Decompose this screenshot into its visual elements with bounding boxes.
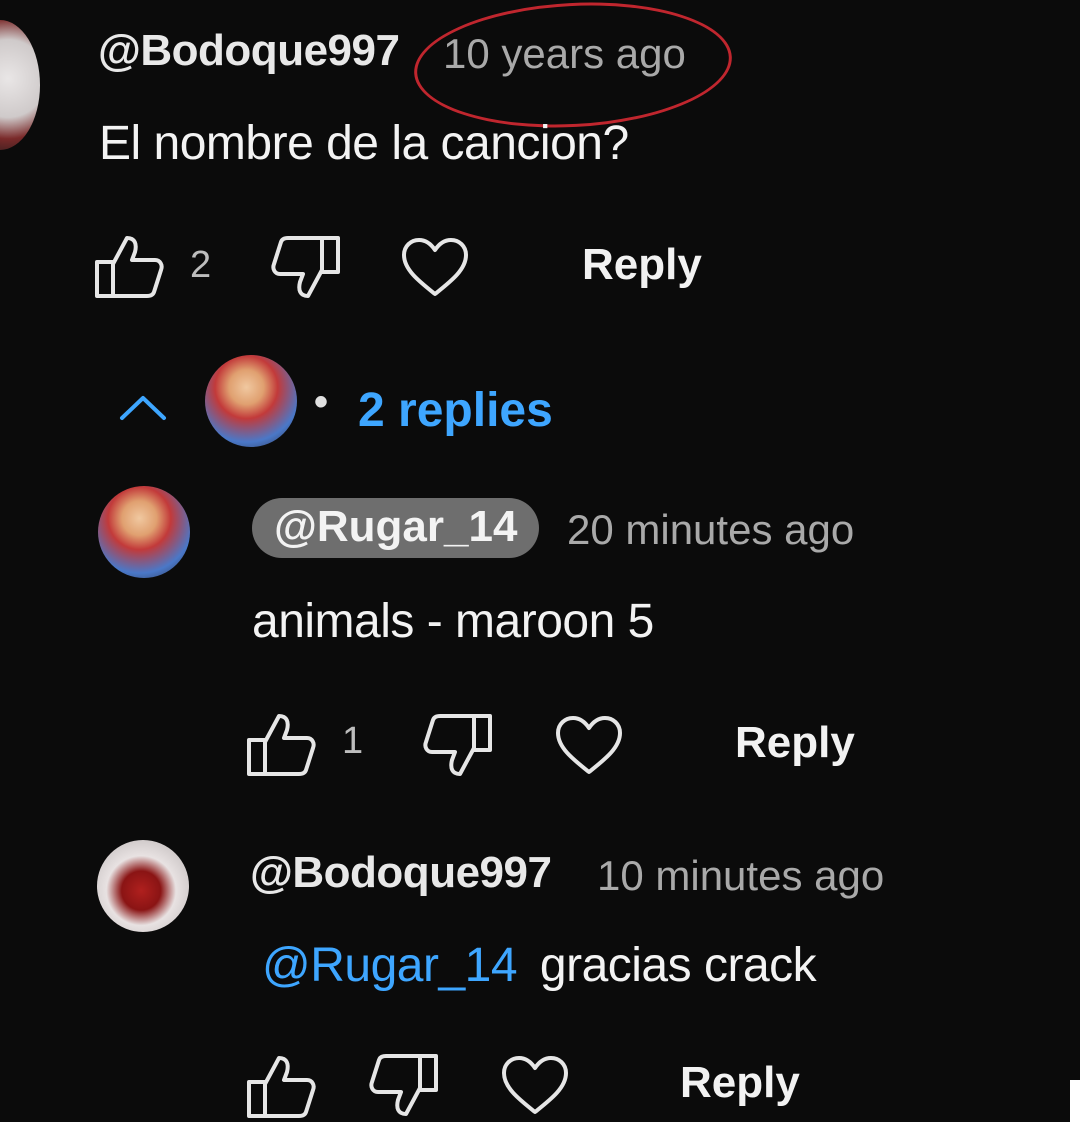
- reply-button[interactable]: Reply: [680, 1058, 800, 1108]
- mention-link[interactable]: @Rugar_14: [262, 939, 518, 992]
- avatar[interactable]: [97, 840, 189, 932]
- thumbs-down-icon[interactable]: [270, 234, 342, 302]
- reply-text: animals - maroon 5: [252, 595, 654, 648]
- reply-author[interactable]: @Bodoque997: [250, 848, 552, 898]
- heart-icon[interactable]: [500, 1054, 570, 1116]
- thumbs-up-icon[interactable]: [245, 710, 317, 778]
- reply-author-chip[interactable]: @Rugar_14: [252, 498, 540, 558]
- thumbs-down-icon[interactable]: [422, 712, 494, 780]
- heart-icon[interactable]: [400, 236, 470, 298]
- avatar[interactable]: [0, 20, 40, 150]
- thumbs-up-icon[interactable]: [93, 232, 165, 300]
- reply-text-line: @Rugar_14 gracias crack: [262, 938, 817, 993]
- reply-button[interactable]: Reply: [582, 240, 702, 290]
- like-count: 1: [342, 720, 364, 762]
- chevron-up-icon[interactable]: [118, 392, 168, 422]
- like-count: 2: [190, 244, 212, 286]
- avatar[interactable]: [205, 355, 297, 447]
- reply-button[interactable]: Reply: [735, 718, 855, 768]
- comment-author[interactable]: @Bodoque997: [98, 26, 400, 76]
- reply-timestamp[interactable]: 10 minutes ago: [597, 852, 884, 900]
- reply-text: gracias crack: [539, 939, 817, 992]
- replies-bullet: •: [314, 380, 329, 424]
- thumbs-up-icon[interactable]: [245, 1052, 317, 1120]
- heart-icon[interactable]: [554, 714, 624, 776]
- scrollbar[interactable]: [1070, 1080, 1080, 1122]
- comment-text: El nombre de la cancion?: [99, 117, 629, 170]
- thumbs-down-icon[interactable]: [368, 1052, 440, 1120]
- replies-toggle-label[interactable]: 2 replies: [358, 383, 553, 438]
- reply-timestamp[interactable]: 20 minutes ago: [567, 506, 854, 554]
- avatar[interactable]: [98, 486, 190, 578]
- highlight-circle: [410, 0, 736, 136]
